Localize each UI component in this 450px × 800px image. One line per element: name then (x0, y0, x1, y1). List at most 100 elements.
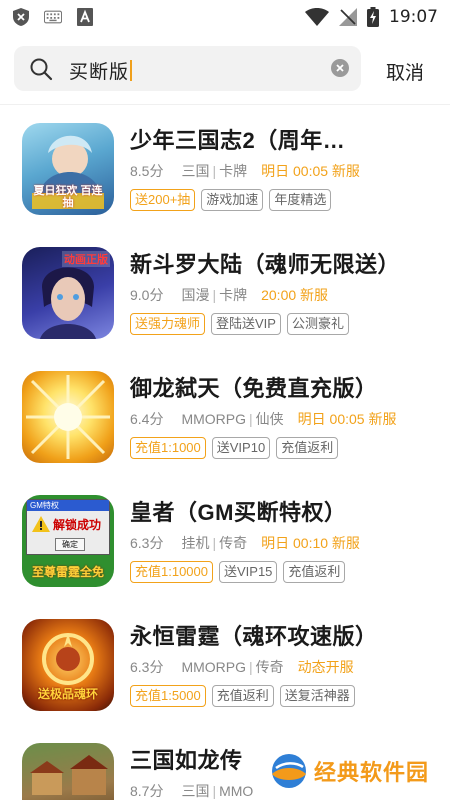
search-icon (29, 57, 53, 81)
tag-badge: 送复活神器 (279, 685, 355, 707)
game-tags: 充值1:10000 送VIP15 充值返利 (130, 561, 346, 583)
meta-separator: | (212, 783, 217, 799)
game-list-item[interactable]: 御龙弑天（免费直充版） 6.4分 MMORPG | 仙侠 明日 00:05 新服 充值1… (0, 353, 450, 477)
game-genre: 传奇 (219, 535, 248, 551)
game-genre: 卡牌 (219, 287, 248, 303)
battery-charging-icon (367, 7, 379, 27)
game-icon-sanguo-rulongzhuan[interactable] (22, 743, 114, 800)
icon-banner: 解锁成功 (53, 518, 102, 532)
tag-badge: 充值1:1000 (130, 437, 206, 459)
icon-window-header: GM特权 (27, 500, 109, 511)
tag-badge: 游戏加速 (201, 189, 264, 211)
tag-badge: 充值1:5000 (130, 685, 206, 707)
tag-badge: 送VIP10 (211, 437, 271, 459)
tag-badge: 送200+抽 (130, 189, 196, 211)
icon-banner: 夏日狂欢 百连抽 (33, 185, 103, 209)
game-genre: 挂机 (181, 535, 210, 551)
game-icon-huangzhe[interactable]: GM特权 解锁成功 确定 至尊雷霆全免 (22, 495, 114, 587)
server-time: 明日 00:10 新服 (261, 535, 360, 551)
keyboard-icon (44, 8, 62, 26)
game-meta: 8.5分 三国 | 卡牌 明日 00:05 新服 (130, 161, 360, 181)
tag-badge: 公测豪礼 (286, 313, 349, 335)
game-title[interactable]: 御龙弑天（免费直充版） (130, 371, 378, 403)
game-score: 9.0分 (130, 287, 164, 303)
game-genre: 三国 (181, 783, 210, 799)
tag-badge: 充值返利 (283, 561, 346, 583)
game-title[interactable]: 新斗罗大陆（魂师无限送） (130, 247, 400, 279)
server-time: 动态开服 (297, 659, 354, 675)
game-title[interactable]: 少年三国志2（周年… (130, 123, 345, 155)
search-query-text: 买断版 (69, 62, 130, 83)
game-meta: 8.7分 三国 | MMO (130, 781, 253, 800)
game-list-item[interactable]: 送极品魂环 永恒雷霆（魂环攻速版） 6.3分 MMORPG | 传奇 动态开服 充值1:… (0, 601, 450, 725)
tag-badge: 充值返利 (276, 437, 339, 459)
game-genre: 卡牌 (219, 163, 248, 179)
watermark: 经典软件园 (270, 752, 429, 790)
text-caret (130, 60, 133, 81)
meta-separator: | (212, 287, 217, 303)
game-score: 8.5分 (130, 163, 164, 179)
clock: 19:07 (389, 7, 438, 27)
icon-banner: 送极品魂环 (37, 687, 98, 701)
game-genre: MMORPG (181, 659, 247, 675)
game-score: 6.3分 (130, 659, 164, 675)
game-icon-shaonian-sanguozhi[interactable]: 夏日狂欢 百连抽 (22, 123, 114, 215)
font-a-icon (76, 8, 94, 26)
game-score: 6.4分 (130, 411, 164, 427)
game-score: 6.3分 (130, 535, 164, 551)
meta-separator: | (212, 163, 217, 179)
server-time: 明日 00:05 新服 (297, 411, 397, 427)
game-genre: 传奇 (255, 659, 284, 675)
game-genre: MMO (219, 783, 254, 799)
tag-badge: 年度精选 (269, 189, 332, 211)
game-tags: 充值1:1000 送VIP10 充值返利 (130, 437, 339, 459)
game-genre: 三国 (181, 163, 210, 179)
tag-badge: 充值返利 (211, 685, 274, 707)
icon-banner: 动画正版 (62, 251, 110, 267)
game-meta: 6.3分 MMORPG | 传奇 动态开服 (130, 657, 354, 677)
game-score: 8.7分 (130, 783, 164, 799)
status-bar-right: 19:07 (305, 7, 438, 27)
game-list-item[interactable]: GM特权 解锁成功 确定 至尊雷霆全免 皇者（GM买断特权） 6.3分 挂机 | 传奇… (0, 477, 450, 601)
game-list-item[interactable]: 夏日狂欢 百连抽 少年三国志2（周年… 8.5分 三国 | 卡牌 明日 00:05 新服… (0, 105, 450, 229)
game-title[interactable]: 永恒雷霆（魂环攻速版） (130, 619, 378, 651)
search-bar: 买断版 取消 (0, 44, 450, 96)
game-title[interactable]: 皇者（GM买断特权） (130, 495, 346, 527)
server-time: 明日 00:05 新服 (261, 163, 360, 179)
cancel-button[interactable]: 取消 (386, 58, 424, 85)
no-signal-icon (339, 8, 357, 26)
shield-icon (12, 8, 30, 26)
tag-badge: 送强力魂师 (130, 313, 206, 335)
game-meta: 6.4分 MMORPG | 仙侠 明日 00:05 新服 (130, 409, 397, 429)
watermark-logo-icon (270, 752, 308, 790)
game-meta: 9.0分 国漫 | 卡牌 20:00 新服 (130, 285, 328, 305)
watermark-text: 经典软件园 (314, 760, 430, 785)
game-meta: 6.3分 挂机 | 传奇 明日 00:10 新服 (130, 533, 360, 553)
tag-badge: 登陆送VIP (211, 313, 281, 335)
icon-button: 确定 (55, 538, 85, 551)
icon-window: GM特权 解锁成功 确定 (26, 499, 110, 555)
icon-footer: 至尊雷霆全免 (31, 565, 104, 579)
search-query[interactable]: 买断版 (69, 57, 133, 84)
game-genre: 国漫 (181, 287, 210, 303)
game-icon-xin-douluo-dalu[interactable]: 动画正版 (22, 247, 114, 339)
status-bar-left (12, 8, 94, 26)
game-genre: MMORPG (181, 411, 247, 427)
tag-badge: 充值1:10000 (130, 561, 213, 583)
wifi-icon (305, 8, 329, 26)
search-input[interactable]: 买断版 (14, 46, 361, 91)
server-time: 20:00 新服 (261, 287, 329, 303)
game-title[interactable]: 三国如龙传 (130, 743, 243, 775)
game-tags: 送强力魂师 登陆送VIP 公测豪礼 (130, 313, 349, 335)
meta-separator: | (249, 411, 253, 427)
tag-badge: 送VIP15 (219, 561, 278, 583)
game-genre: 仙侠 (255, 411, 284, 427)
meta-separator: | (212, 535, 217, 551)
clear-icon[interactable] (331, 59, 349, 77)
meta-separator: | (249, 659, 253, 675)
game-icon-yongheng-leiting[interactable]: 送极品魂环 (22, 619, 114, 711)
game-icon-yulong-shitian[interactable] (22, 371, 114, 463)
status-bar: 19:07 (0, 0, 450, 34)
game-list-item[interactable]: 动画正版 新斗罗大陆（魂师无限送） 9.0分 国漫 | 卡牌 20:00 新服 送强力魂… (0, 229, 450, 353)
game-tags: 充值1:5000 充值返利 送复活神器 (130, 685, 355, 707)
